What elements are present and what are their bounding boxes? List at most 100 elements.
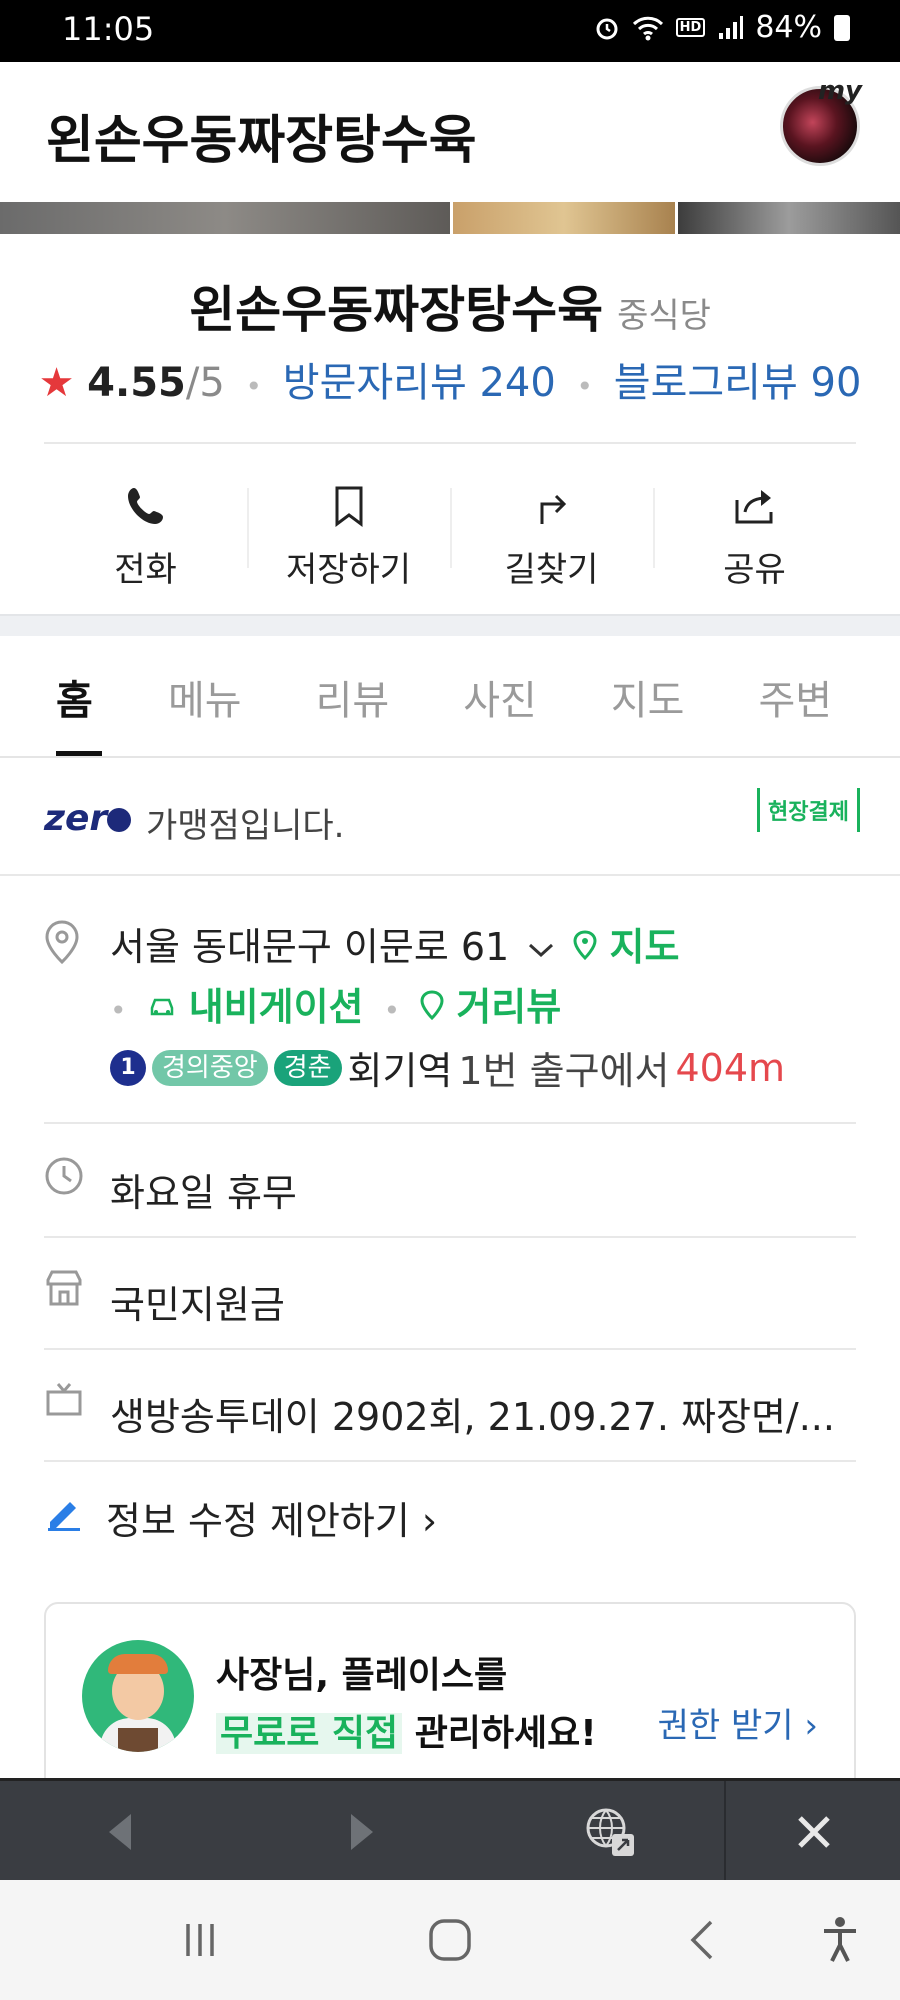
forward-button[interactable] (322, 1781, 402, 1883)
tab-map[interactable]: 지도 (611, 636, 685, 756)
store-icon (46, 1270, 82, 1306)
zeropay-logo-text: zer (44, 798, 108, 839)
subway-line-badge: 경의중앙 (152, 1049, 268, 1086)
streetview-pin-icon (420, 990, 444, 1021)
owner-card-line2: 무료로 직접 관리하세요! (216, 1704, 597, 1756)
home-button[interactable] (410, 1880, 490, 2000)
wifi-icon (632, 16, 663, 40)
visitor-reviews-link[interactable]: 방문자리뷰 240 (283, 360, 556, 406)
system-back-button[interactable] (662, 1880, 742, 2000)
place-summary: 왼손우동짜장탕수육 중식당 ★ 4.55/5 • 방문자리뷰 240 • 블로그리… (0, 234, 900, 614)
photo-thumb[interactable] (453, 202, 675, 234)
separator-dot: • (110, 994, 127, 1027)
tv-row[interactable]: 생방송투데이 2902회, 21.09.27. 짜장면/... (44, 1350, 856, 1462)
separator-dot: • (245, 370, 263, 403)
subway-info: 1 경의중앙 경춘 회기역 1번 출구에서 404m (110, 1040, 785, 1095)
action-label: 길찾기 (504, 550, 599, 590)
globe-icon (586, 1808, 634, 1856)
back-button[interactable] (80, 1781, 160, 1883)
tab-nearby[interactable]: 주변 (758, 636, 832, 756)
battery-percent: 84% (755, 10, 822, 45)
translate-button[interactable] (570, 1781, 650, 1883)
clock-icon (45, 1157, 83, 1195)
blog-reviews-link[interactable]: 블로그리뷰 90 (614, 360, 862, 406)
tab-reviews[interactable]: 리뷰 (316, 636, 390, 756)
support-text: 국민지원금 (110, 1283, 285, 1327)
rating-score: 4.55 (87, 360, 186, 406)
share-icon (735, 490, 772, 524)
photo-thumb[interactable] (0, 202, 450, 234)
tab-menu[interactable]: 메뉴 (168, 636, 242, 756)
tv-text: 생방송투데이 2902회, 21.09.27. 짜장면/... (110, 1395, 835, 1439)
bookmark-icon (335, 486, 362, 527)
battery-icon (834, 14, 850, 41)
rating-max: /5 (185, 360, 225, 406)
triangle-left-icon (109, 1814, 131, 1850)
support-row: 국민지원금 (44, 1238, 856, 1350)
get-permission-label: 권한 받기 (657, 1706, 794, 1746)
onsite-payment-badge: 현장결제 (757, 788, 860, 832)
directions-icon (540, 494, 566, 524)
navigation-row: • 내비게이션 • 거리뷰 (110, 976, 561, 1031)
chevron-down-icon[interactable] (527, 940, 555, 960)
signal-icon (719, 15, 744, 39)
place-name-row: 왼손우동짜장탕수육 중식당 (0, 270, 900, 342)
subway-distance: 404m (675, 1045, 786, 1090)
profile-my-badge[interactable]: my (818, 76, 862, 106)
call-button[interactable]: 전화 (44, 464, 247, 594)
pencil-icon (48, 1502, 80, 1531)
get-permission-link[interactable]: 권한 받기 › (658, 1698, 818, 1747)
share-button[interactable]: 공유 (653, 464, 856, 594)
zeropay-logo: zer (44, 798, 132, 839)
owner-card-highlight: 무료로 직접 (216, 1713, 403, 1754)
photo-strip[interactable] (0, 202, 900, 234)
save-button[interactable]: 저장하기 (247, 464, 450, 594)
address-section: 서울 동대문구 이문로 61 지도 • 내비게이션 • 거리뷰 1 경의중앙 경… (44, 906, 856, 1124)
subway-line-1-badge: 1 (110, 1049, 146, 1086)
streetview-link[interactable]: 거리뷰 (456, 985, 561, 1029)
action-label: 전화 (114, 550, 177, 590)
separator-dot: • (576, 370, 594, 403)
place-category: 중식당 (617, 296, 711, 336)
status-time: 11:05 (62, 10, 155, 48)
owner-hat (108, 1654, 168, 1674)
browser-toolbar (0, 1778, 900, 1883)
tab-photos[interactable]: 사진 (463, 636, 537, 756)
hours-row[interactable]: 화요일 휴무 (44, 1126, 856, 1238)
navigation-link[interactable]: 내비게이션 (189, 985, 364, 1029)
place-name: 왼손우동짜장탕수육 (189, 281, 604, 339)
map-link[interactable]: 지도 (610, 925, 680, 969)
address-text[interactable]: 서울 동대문구 이문로 61 (110, 925, 509, 969)
action-label: 공유 (723, 550, 786, 590)
recent-apps-icon (186, 1924, 214, 1956)
status-icons: HD 84% (594, 10, 850, 45)
location-pin-icon (45, 920, 79, 964)
subway-station: 회기역 (347, 1049, 453, 1093)
separator-dot: • (383, 994, 401, 1027)
zeropay-logo-dot (107, 808, 132, 832)
car-icon (150, 998, 173, 1016)
accessibility-button[interactable] (800, 1880, 880, 2000)
alarm-icon (596, 18, 618, 39)
edit-suggestion-label: 정보 수정 제안하기 (106, 1499, 410, 1543)
photo-thumb[interactable] (678, 202, 900, 234)
directions-button[interactable]: 길찾기 (450, 464, 653, 594)
subway-line-badge: 경춘 (273, 1049, 342, 1086)
home-circle-icon (429, 1919, 471, 1961)
close-button[interactable] (774, 1781, 854, 1883)
section-gap (0, 614, 900, 636)
close-icon (798, 1816, 830, 1848)
address-line: 서울 동대문구 이문로 61 지도 (110, 916, 679, 971)
app-header: 왼손우동짜장탕수육 my (0, 62, 900, 202)
owner-apron (118, 1728, 158, 1752)
tab-home[interactable]: 홈 (56, 636, 102, 756)
divider (44, 442, 856, 444)
tab-bar: 홈 메뉴 리뷰 사진 지도 주변 (0, 636, 900, 758)
recent-apps-button[interactable] (160, 1880, 240, 2000)
hours-text: 화요일 휴무 (110, 1171, 297, 1215)
owner-illustration (82, 1640, 194, 1752)
phone-icon (127, 488, 163, 524)
action-label: 저장하기 (285, 550, 412, 590)
action-bar: 전화 저장하기 길찾기 공유 (44, 464, 856, 594)
chevron-left-icon (690, 1920, 713, 1960)
